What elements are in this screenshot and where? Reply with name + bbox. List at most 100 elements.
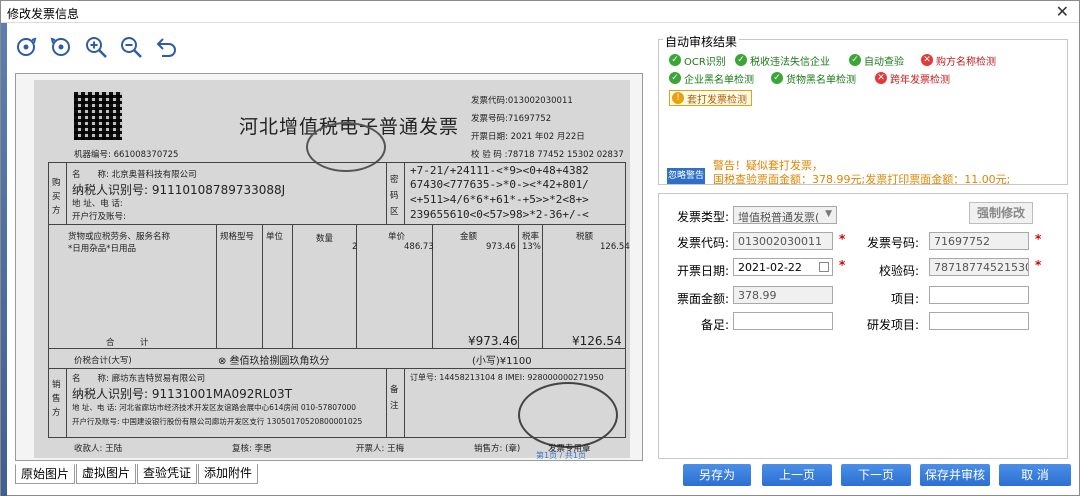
number-label: 发票号码:: [866, 236, 919, 250]
seller-name: 名 称: 廊坊东吉特贸易有限公司: [72, 374, 206, 384]
invoice-number-field[interactable]: 71697752: [929, 232, 1029, 250]
save-as-button[interactable]: 另存为: [683, 464, 751, 486]
item-amount: 973.46: [486, 242, 516, 252]
item-tax: 126.54: [600, 242, 630, 252]
seller-bank: 开户行及账号: 中国建设银行股份有限公司廊坊开发区支行 130501705208…: [72, 417, 363, 426]
cipher-line: <+511>4/6*6*+61*-+5>>*2<8+>: [410, 193, 589, 206]
buyer-address: 地 址、电 话:: [72, 199, 123, 209]
item-header-qty: 数量: [316, 234, 334, 244]
type-label: 发票类型:: [676, 210, 729, 224]
check-code-text: 校 验 码 :78718 77452 15302 02837: [471, 150, 624, 160]
tab-verify-voucher[interactable]: 查验凭证: [137, 464, 198, 484]
check-label: 校验码:: [878, 264, 919, 278]
qr-code: [74, 92, 122, 140]
calendar-icon[interactable]: [819, 262, 829, 272]
save-and-review-button[interactable]: 保存并审核: [920, 464, 990, 486]
cross-icon: ✕: [875, 72, 887, 84]
cross-icon: ✕: [921, 54, 933, 66]
date-label: 开票日期:: [676, 264, 729, 278]
seller-seal-label: 销售方: (章): [474, 444, 521, 454]
grand-total-label: 价税合计(大写): [74, 356, 132, 366]
required-mark: *: [839, 258, 846, 272]
auto-audit-results: 自动审核结果 ✓ OCR识别 ✓ 税收违法失信企业 ✓ 自动查验 ✕ 购方名称检测 ✓ 企…: [658, 33, 1068, 186]
item-header-amount: 金额: [460, 232, 478, 242]
warning-icon: !: [672, 92, 684, 104]
note-label: 备足:: [700, 318, 729, 332]
required-mark: *: [1035, 258, 1042, 272]
rotate-left-icon[interactable]: [46, 33, 75, 61]
drawer: 开票人: 王梅: [356, 444, 405, 454]
machine-number: 机器编号: 661008370725: [74, 150, 179, 160]
item-price: 486.73: [404, 242, 434, 252]
total-label: 合 计: [106, 338, 149, 348]
invoice-code-field[interactable]: 013002030011: [733, 232, 833, 250]
invoice-form: 发票类型: 增值税普通发票(▼ 强制修改 发票代码: 013002030011 …: [658, 193, 1068, 459]
item-header-name: 货物或应税劳务、服务名称: [68, 232, 171, 242]
item-field[interactable]: [929, 286, 1029, 304]
check-icon: ✓: [849, 54, 861, 66]
item-label: 项目:: [890, 292, 919, 306]
buyer-side-label: 购买方: [52, 178, 61, 216]
invoice-number-text: 发票号码:71697752: [471, 114, 552, 124]
check-ocr: ✓ OCR识别: [669, 52, 726, 68]
edit-invoice-dialog: 修改发票信息 ✕ 机器编号: 661008370725 河北增值税电子普通发票 …: [0, 0, 1080, 496]
item-header-price: 单价: [388, 232, 406, 242]
check-icon: ✓: [735, 54, 747, 66]
amount-field[interactable]: 378.99: [733, 286, 833, 304]
invoice-date-field[interactable]: 2021-02-22: [733, 258, 833, 276]
code-label: 发票代码:: [676, 236, 729, 250]
check-goods-blacklist: ✓ 货物黑名单检测: [771, 70, 856, 86]
password-area-label: 密码区: [390, 175, 399, 217]
item-header-spec: 规格型号: [220, 232, 255, 242]
check-icon: ✓: [771, 72, 783, 84]
note-field[interactable]: [733, 312, 833, 330]
rd-project-label: 研发项目:: [866, 318, 919, 332]
tab-add-attachment[interactable]: 添加附件: [198, 464, 259, 484]
remark-label: 备注: [390, 385, 399, 411]
seller-invoice-stamp: [518, 382, 618, 448]
item-header-tax: 税额: [576, 232, 594, 242]
warning-detail: 国税查验票面金额：378.99元;发票打印票面金额：11.00元;: [713, 173, 1011, 186]
rotate-right-icon[interactable]: [11, 33, 40, 61]
title-bar: 修改发票信息 ✕: [1, 1, 1079, 23]
item-name: *日用杂品*日用品: [68, 244, 137, 254]
invoice-code-text: 发票代码:013002030011: [471, 96, 573, 106]
next-page-button[interactable]: 下一页: [841, 464, 911, 486]
force-edit-button[interactable]: 强制修改: [969, 202, 1033, 224]
invoice-image: 机器编号: 661008370725 河北增值税电子普通发票 发票代码:0130…: [34, 80, 630, 458]
required-mark: *: [839, 232, 846, 246]
image-tabs: 原始图片 虚拟图片 查验凭证 添加附件: [15, 464, 259, 484]
tab-original-image[interactable]: 原始图片: [15, 464, 76, 484]
buyer-bank: 开户行及账号:: [72, 212, 126, 222]
close-icon[interactable]: ✕: [1056, 2, 1069, 21]
rd-project-field[interactable]: [929, 312, 1029, 330]
tab-virtual-image[interactable]: 虚拟图片: [76, 464, 137, 484]
ignore-warning-button[interactable]: 忽略警告: [667, 168, 705, 184]
check-tax-violation: ✓ 税收违法失信企业: [735, 52, 830, 68]
cipher-line: 67430<777635->*0-><*42+801/: [410, 178, 589, 191]
cancel-button[interactable]: 取 消: [999, 464, 1071, 486]
zoom-in-icon[interactable]: [81, 33, 110, 61]
audit-legend: 自动审核结果: [663, 33, 740, 50]
page-marker: 第1页 / 共1页: [536, 451, 586, 460]
item-rate: 13%: [522, 242, 541, 252]
check-company-blacklist: ✓ 企业黑名单检测: [669, 70, 754, 86]
previous-page-button[interactable]: 上一页: [762, 464, 832, 486]
dialog-title: 修改发票信息: [7, 7, 80, 21]
total-amount: ¥973.46: [468, 334, 518, 348]
reviewer: 复核: 李思: [232, 444, 272, 454]
undo-icon[interactable]: [151, 33, 180, 61]
check-code-field[interactable]: 78718774521530202837: [929, 258, 1029, 276]
image-toolbar: [11, 33, 180, 61]
zoom-out-icon[interactable]: [116, 33, 145, 61]
invoice-type-select[interactable]: 增值税普通发票(▼: [733, 206, 837, 224]
item-qty: 2: [352, 242, 358, 252]
invoice-image-viewer[interactable]: 机器编号: 661008370725 河北增值税电子普通发票 发票代码:0130…: [15, 73, 643, 461]
payee: 收款人: 王陆: [74, 444, 123, 454]
check-cross-year: ✕ 跨年发票检测: [875, 70, 950, 86]
check-auto-verify: ✓ 自动查验: [849, 52, 904, 68]
check-overprint: ! 套打发票检测: [669, 90, 752, 106]
buyer-name: 名 称: 北京奥普科技有限公司: [72, 170, 197, 180]
check-buyer-name: ✕ 购方名称检测: [921, 52, 996, 68]
grand-total-words: ⊗ 叁佰玖拾捌圆玖角玖分: [218, 356, 330, 367]
